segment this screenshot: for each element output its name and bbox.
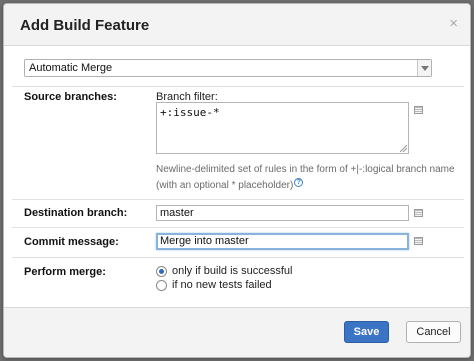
merge-option-successful-label[interactable]: only if build is successful xyxy=(172,265,292,277)
feature-type-value: Automatic Merge xyxy=(29,62,113,74)
save-button[interactable]: Save xyxy=(344,321,389,343)
divider xyxy=(12,227,464,228)
close-icon[interactable]: × xyxy=(449,16,458,31)
merge-option-no-new-failures-radio[interactable] xyxy=(156,280,167,291)
destination-branch-label: Destination branch: xyxy=(24,207,128,219)
branch-filter-hint: Newline-delimited set of rules in the fo… xyxy=(156,162,456,194)
merge-option-successful-radio[interactable] xyxy=(156,266,167,277)
dialog-title: Add Build Feature xyxy=(20,17,150,34)
branch-filter-textarea[interactable]: +:issue-* xyxy=(156,102,409,154)
help-icon[interactable]: ? xyxy=(294,178,304,187)
divider xyxy=(12,257,464,258)
feature-type-select[interactable]: Automatic Merge xyxy=(24,59,432,77)
edit-icon[interactable] xyxy=(414,106,423,114)
branch-filter-hint-text: Newline-delimited set of rules in the fo… xyxy=(156,164,455,191)
branch-filter-value: +:issue-* xyxy=(160,106,220,119)
add-build-feature-dialog: Add Build Feature × Automatic Merge Sour… xyxy=(3,3,471,358)
merge-option-no-new-failures-label[interactable]: if no new tests failed xyxy=(172,279,272,291)
destination-branch-input[interactable]: master xyxy=(156,205,409,221)
destination-branch-value: master xyxy=(160,207,194,219)
chevron-down-icon[interactable] xyxy=(417,60,431,76)
cancel-button[interactable]: Cancel xyxy=(406,321,461,343)
commit-message-input[interactable]: Merge into master xyxy=(156,233,409,250)
source-branches-label: Source branches: xyxy=(24,91,117,103)
resize-handle-icon[interactable] xyxy=(400,145,407,152)
edit-icon[interactable] xyxy=(414,237,423,245)
dialog-header: Add Build Feature × xyxy=(4,4,470,46)
commit-message-value: Merge into master xyxy=(160,235,249,247)
divider xyxy=(12,199,464,200)
edit-icon[interactable] xyxy=(414,209,423,217)
commit-message-label: Commit message: xyxy=(24,236,119,248)
dialog-footer: Save Cancel xyxy=(4,307,470,357)
divider xyxy=(12,86,464,87)
perform-merge-label: Perform merge: xyxy=(24,266,106,278)
